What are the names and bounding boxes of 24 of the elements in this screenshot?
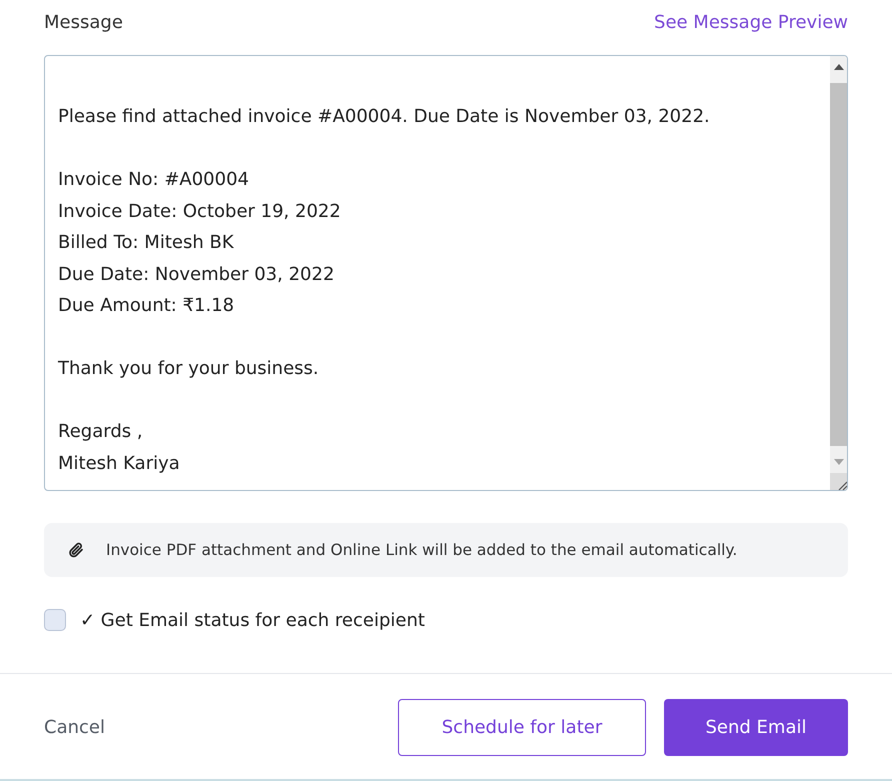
send-button[interactable]: Send Email	[664, 699, 848, 756]
cancel-button[interactable]: Cancel	[44, 717, 105, 738]
message-label: Message	[44, 12, 123, 33]
message-line: Due Date: November 03, 2022	[58, 262, 334, 286]
paperclip-icon	[68, 542, 84, 558]
message-line: Invoice No: #A00004	[58, 168, 249, 192]
message-line: Billed To: Mitesh BK	[58, 231, 234, 255]
grip-icon[interactable]	[837, 480, 847, 490]
schedule-button[interactable]: Schedule for later	[398, 699, 646, 756]
message-line: Due Amount: ₹1.18	[58, 294, 234, 318]
message-line: Invoice Date: October 19, 2022	[58, 200, 341, 224]
message-line: Please find attached invoice #A00004. Due Date is November 03, 2022.	[58, 105, 710, 129]
message-field[interactable]	[44, 55, 848, 491]
scroll-up-icon[interactable]	[834, 64, 844, 70]
attachment-note: Invoice PDF attachment and Online Link will be added to the email automatically.	[106, 541, 738, 559]
message-line: Thank you for your business.	[58, 357, 319, 381]
checkbox-label: ✓ Get Email status for each receipient	[80, 610, 425, 630]
message-line: Mitesh Kariya	[58, 452, 180, 476]
scrollbar-thumb[interactable]	[830, 83, 847, 446]
checkbox[interactable]	[44, 609, 66, 631]
resize-grip[interactable]	[830, 473, 847, 490]
scrollbar[interactable]	[830, 56, 847, 490]
message-preview-link[interactable]: See Message Preview	[654, 12, 848, 33]
message-line: Regards ,	[58, 420, 143, 444]
